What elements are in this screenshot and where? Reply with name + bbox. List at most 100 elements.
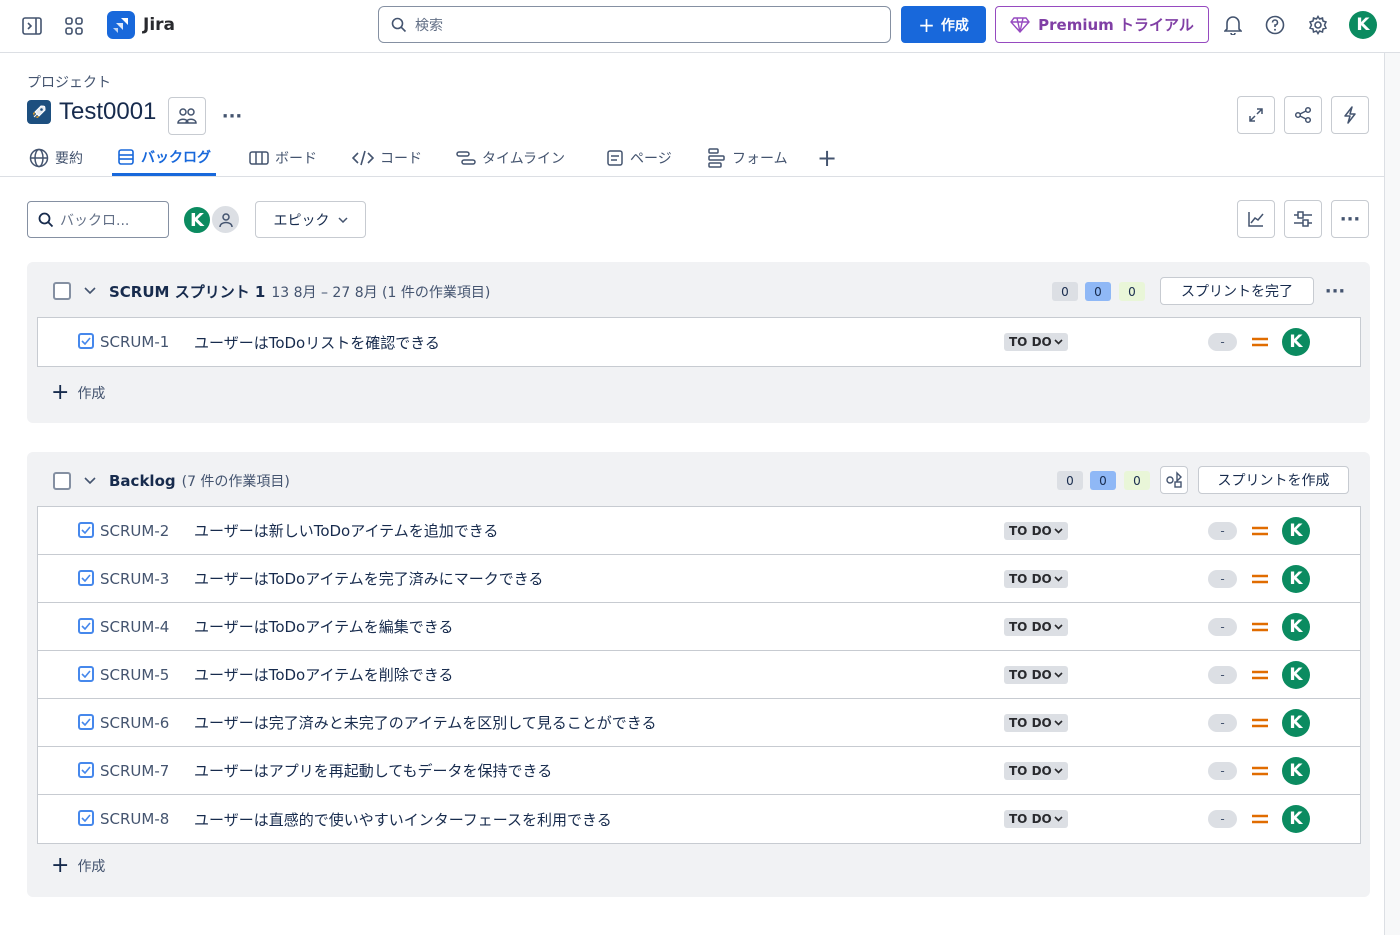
user-avatar[interactable]: K — [1349, 11, 1377, 39]
backlog-search-input[interactable]: バックロ... — [27, 201, 169, 238]
create-issue-button[interactable]: + 作成 — [51, 380, 105, 405]
sliders-icon — [1294, 211, 1312, 227]
issue-key[interactable]: SCRUM-2 — [100, 522, 169, 540]
more-options-button[interactable]: ··· — [1331, 200, 1369, 238]
status-dropdown[interactable]: TO DO — [1004, 810, 1068, 828]
insights-button[interactable] — [1237, 200, 1275, 238]
status-dropdown[interactable]: TO DO — [1004, 618, 1068, 636]
tab-code[interactable]: コード — [352, 140, 422, 176]
issue-key[interactable]: SCRUM-4 — [100, 618, 169, 636]
tab-forms[interactable]: フォーム — [708, 140, 788, 176]
issue-key[interactable]: SCRUM-1 — [100, 333, 169, 351]
sprint-select-checkbox[interactable] — [53, 282, 71, 300]
add-tab-plus-icon[interactable]: + — [817, 140, 837, 176]
sprint-more-icon[interactable]: ··· — [1320, 278, 1350, 304]
issue-row[interactable]: SCRUM-1 ユーザーはToDoリストを確認できる TO DO - K — [38, 318, 1360, 366]
backlog-options-button[interactable] — [1160, 466, 1188, 494]
help-icon[interactable] — [1263, 13, 1287, 37]
issue-key[interactable]: SCRUM-7 — [100, 762, 169, 780]
assignee-avatar[interactable]: K — [1282, 709, 1310, 737]
issue-summary[interactable]: ユーザーはToDoリストを確認できる — [194, 332, 440, 353]
estimate-badge[interactable]: - — [1208, 570, 1237, 588]
chevron-down-icon — [1054, 624, 1063, 630]
assignee-filter-avatar[interactable]: K — [182, 205, 212, 235]
chevron-down-icon[interactable] — [84, 287, 96, 295]
issue-row[interactable]: SCRUM-3 ユーザーはToDoアイテムを完了済みにマークできる TO DO … — [38, 555, 1360, 603]
premium-trial-button[interactable]: Premium トライアル — [995, 6, 1209, 43]
automation-button[interactable] — [1331, 96, 1369, 134]
team-button[interactable] — [168, 97, 206, 135]
assignee-avatar[interactable]: K — [1282, 805, 1310, 833]
assignee-avatar[interactable]: K — [1282, 565, 1310, 593]
complete-sprint-button[interactable]: スプリントを完了 — [1160, 277, 1314, 305]
assignee-avatar[interactable]: K — [1282, 328, 1310, 356]
issue-key[interactable]: SCRUM-6 — [100, 714, 169, 732]
status-dropdown[interactable]: TO DO — [1004, 570, 1068, 588]
issue-summary[interactable]: ユーザーはToDoアイテムを削除できる — [194, 664, 453, 685]
status-dropdown[interactable]: TO DO — [1004, 333, 1068, 351]
issue-row[interactable]: SCRUM-2 ユーザーは新しいToDoアイテムを追加できる TO DO - K — [38, 507, 1360, 555]
search-placeholder: バックロ... — [60, 212, 130, 229]
estimate-badge[interactable]: - — [1208, 714, 1237, 732]
chevron-down-icon[interactable] — [84, 477, 96, 485]
unassigned-filter-icon[interactable] — [210, 204, 241, 235]
assignee-avatar[interactable]: K — [1282, 613, 1310, 641]
status-dropdown[interactable]: TO DO — [1004, 762, 1068, 780]
task-checkbox-icon — [78, 618, 94, 634]
issue-summary[interactable]: ユーザーはアプリを再起動してもデータを保持できる — [194, 760, 552, 781]
tab-timeline[interactable]: タイムライン — [456, 140, 565, 176]
create-issue-button[interactable]: + 作成 — [51, 853, 105, 878]
count-todo: 0 — [1057, 471, 1083, 490]
issue-row[interactable]: SCRUM-8 ユーザーは直感的で使いやすいインターフェースを利用できる TO … — [38, 795, 1360, 843]
backlog-section: Backlog (7 件の作業項目) 0 0 0 スプリントを作成 SCRUM-2… — [27, 452, 1370, 897]
backlog-select-checkbox[interactable] — [53, 472, 71, 490]
assignee-avatar[interactable]: K — [1282, 517, 1310, 545]
issue-key[interactable]: SCRUM-3 — [100, 570, 169, 588]
global-search-input[interactable]: 検索 — [378, 6, 891, 43]
create-sprint-button[interactable]: スプリントを作成 — [1198, 466, 1349, 494]
globe-icon — [29, 148, 49, 168]
tab-backlog[interactable]: バックログ — [112, 140, 216, 176]
assignee-avatar[interactable]: K — [1282, 661, 1310, 689]
bell-icon[interactable] — [1221, 13, 1245, 37]
app-switcher-icon[interactable] — [62, 14, 86, 38]
estimate-badge[interactable]: - — [1208, 618, 1237, 636]
issue-summary[interactable]: ユーザーは新しいToDoアイテムを追加できる — [194, 520, 498, 541]
backlog-issue-list: SCRUM-2 ユーザーは新しいToDoアイテムを追加できる TO DO - K… — [37, 506, 1361, 844]
tab-board[interactable]: ボード — [249, 140, 317, 176]
view-settings-button[interactable] — [1284, 200, 1322, 238]
issue-key[interactable]: SCRUM-8 — [100, 810, 169, 828]
issue-summary[interactable]: ユーザーは完了済みと未完了のアイテムを区別して見ることができる — [194, 712, 656, 733]
status-dropdown[interactable]: TO DO — [1004, 714, 1068, 732]
breadcrumb[interactable]: プロジェクト — [27, 72, 111, 92]
estimate-badge[interactable]: - — [1208, 762, 1237, 780]
chevron-down-icon — [1054, 720, 1063, 726]
tab-summary[interactable]: 要約 — [29, 140, 83, 176]
sidebar-toggle-icon[interactable] — [20, 14, 44, 38]
status-dropdown[interactable]: TO DO — [1004, 666, 1068, 684]
share-button[interactable] — [1284, 96, 1322, 134]
issue-row[interactable]: SCRUM-6 ユーザーは完了済みと未完了のアイテムを区別して見ることができる … — [38, 699, 1360, 747]
issue-summary[interactable]: ユーザーはToDoアイテムを編集できる — [194, 616, 453, 637]
estimate-badge[interactable]: - — [1208, 333, 1237, 351]
settings-gear-icon[interactable] — [1306, 13, 1330, 37]
estimate-badge[interactable]: - — [1208, 522, 1237, 540]
status-dropdown[interactable]: TO DO — [1004, 522, 1068, 540]
issue-key[interactable]: SCRUM-5 — [100, 666, 169, 684]
more-options-icon[interactable]: ··· — [217, 104, 247, 128]
issue-row[interactable]: SCRUM-4 ユーザーはToDoアイテムを編集できる TO DO - K — [38, 603, 1360, 651]
issue-summary[interactable]: ユーザーは直感的で使いやすいインターフェースを利用できる — [194, 809, 612, 830]
issue-row[interactable]: SCRUM-5 ユーザーはToDoアイテムを削除できる TO DO - K — [38, 651, 1360, 699]
fullscreen-button[interactable] — [1237, 96, 1275, 134]
create-button[interactable]: + 作成 — [901, 6, 986, 43]
estimate-badge[interactable]: - — [1208, 810, 1237, 828]
epic-filter-dropdown[interactable]: エピック — [255, 201, 366, 238]
task-checkbox-icon — [78, 810, 94, 826]
estimate-badge[interactable]: - — [1208, 666, 1237, 684]
issue-row[interactable]: SCRUM-7 ユーザーはアプリを再起動してもデータを保持できる TO DO -… — [38, 747, 1360, 795]
jira-logo[interactable]: Jira — [107, 11, 175, 39]
tab-label: ページ — [630, 151, 672, 167]
assignee-avatar[interactable]: K — [1282, 757, 1310, 785]
issue-summary[interactable]: ユーザーはToDoアイテムを完了済みにマークできる — [194, 568, 543, 589]
tab-pages[interactable]: ページ — [606, 140, 672, 176]
